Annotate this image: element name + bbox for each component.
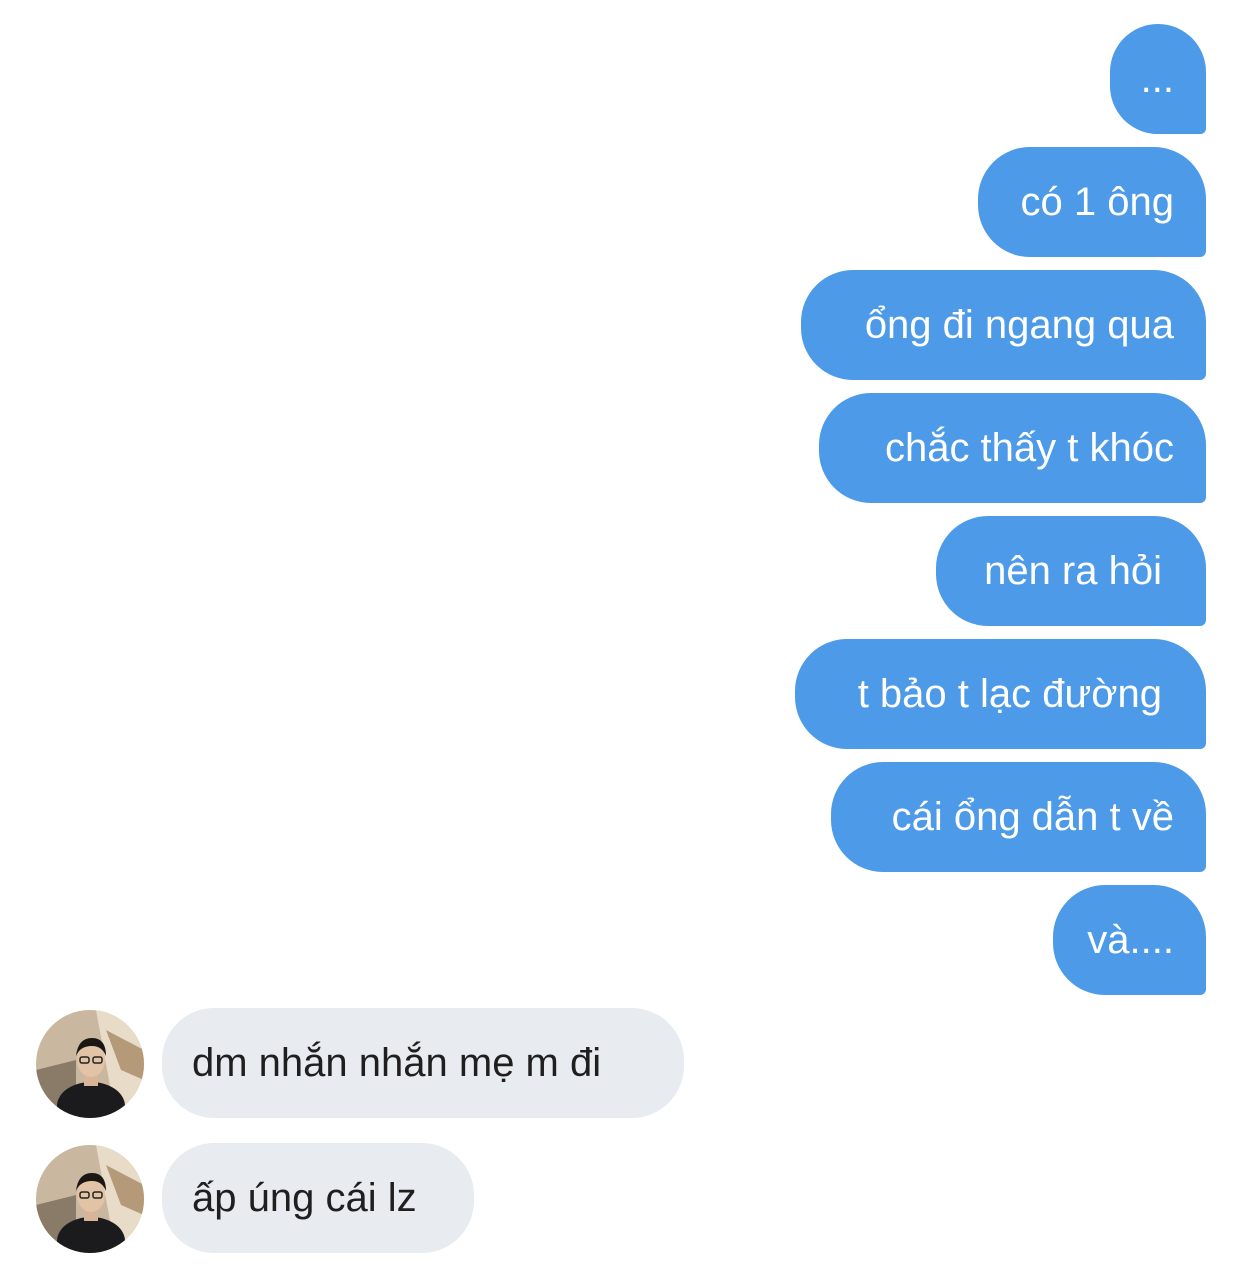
avatar[interactable] (36, 1145, 144, 1253)
sent-message-bubble[interactable]: ổng đi ngang qua (801, 270, 1206, 380)
message-text: và.... (1087, 918, 1174, 962)
sent-message-bubble[interactable]: ... (1110, 24, 1206, 134)
sent-message-bubble[interactable]: và.... (1053, 885, 1206, 995)
message-text: chắc thấy t khóc (884, 426, 1174, 470)
message-text: dm nhắn nhắn mẹ m đi (192, 1041, 602, 1085)
message-text: t bảo t lạc đường (857, 672, 1162, 716)
message-text: có 1 ông (1020, 180, 1174, 224)
message-text: ổng đi ngang qua (864, 303, 1174, 347)
message-text: ... (1140, 57, 1174, 101)
received-message-bubble[interactable]: dm nhắn nhắn mẹ m đi (162, 1008, 684, 1118)
avatar[interactable] (36, 1010, 144, 1118)
sent-message-bubble[interactable]: nên ra hỏi (936, 516, 1206, 626)
sent-message-bubble[interactable]: có 1 ông (978, 147, 1206, 257)
message-text: ấp úng cái lz (192, 1176, 417, 1220)
sent-message-bubble[interactable]: chắc thấy t khóc (819, 393, 1206, 503)
message-text: cái ổng dẫn t về (891, 795, 1174, 839)
message-text: nên ra hỏi (984, 549, 1162, 593)
sent-message-bubble[interactable]: t bảo t lạc đường (795, 639, 1206, 749)
sent-message-bubble[interactable]: cái ổng dẫn t về (831, 762, 1206, 872)
received-message-bubble[interactable]: ấp úng cái lz (162, 1143, 474, 1253)
